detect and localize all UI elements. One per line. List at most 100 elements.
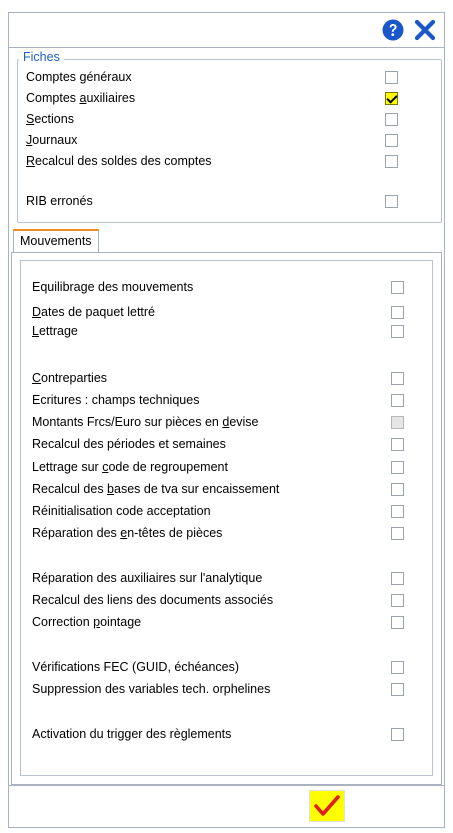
validate-button[interactable] — [309, 790, 345, 822]
fiches-item-checkbox[interactable] — [385, 71, 398, 84]
fiches-item-label-part: ournaux — [32, 133, 78, 147]
fiches-item-checkbox[interactable] — [385, 195, 398, 208]
mouvements-item-row: Contreparties — [21, 370, 432, 388]
mouvements-item-label-part: ates de paquet lettré — [41, 305, 156, 319]
fiches-item-label-part: ecalcul des soldes des comptes — [35, 154, 212, 168]
close-icon[interactable] — [414, 19, 436, 41]
fiches-item-label: Comptes auxiliaires — [26, 91, 135, 105]
mouvements-item-checkbox[interactable] — [391, 281, 404, 294]
mouvements-item-checkbox[interactable] — [391, 438, 404, 451]
mouvements-item-checkbox[interactable] — [391, 306, 404, 319]
mouvements-item-row: Réparation des auxiliaires sur l'analyti… — [21, 570, 432, 588]
mouvements-item-checkbox[interactable] — [391, 372, 404, 385]
mouvements-item-label-part: Montants Frcs/Euro sur pièces en — [32, 415, 223, 429]
mouvements-item-label: Réparation des en-têtes de pièces — [32, 526, 222, 540]
mouvements-item-row: Montants Frcs/Euro sur pièces en devise — [21, 414, 432, 432]
fiches-item-row: Journaux — [9, 132, 444, 150]
fiches-item-row: Recalcul des soldes des comptes — [9, 153, 444, 171]
mouvements-item-label: Réinitialisation code acceptation — [32, 504, 211, 518]
fiches-item-row: Comptes auxiliaires — [9, 90, 444, 108]
fiches-item-checkbox[interactable] — [385, 113, 398, 126]
tab-mouvements[interactable]: Mouvements — [13, 229, 99, 252]
mouvements-item-checkbox — [391, 416, 404, 429]
mouvements-item-label: Lettrage — [32, 324, 78, 338]
help-icon[interactable] — [382, 19, 404, 41]
fiches-item-checkbox[interactable] — [385, 134, 398, 147]
mouvements-item-label: Equilibrage des mouvements — [32, 280, 193, 294]
mouvements-item-row: Recalcul des périodes et semaines — [21, 436, 432, 454]
fiches-item-label-part: ections — [34, 112, 74, 126]
mouvements-item-checkbox[interactable] — [391, 728, 404, 741]
mouvements-item-label-part: Ecritures : champs techniques — [32, 393, 200, 407]
fiches-legend: Fiches — [19, 50, 64, 64]
mouvements-item-label-accelerator: b — [107, 482, 114, 496]
fiches-item-label: Recalcul des soldes des comptes — [26, 154, 212, 168]
mouvements-item-label-part: Réparation des — [32, 526, 121, 540]
mouvements-item-label: Vérifications FEC (GUID, échéances) — [32, 660, 239, 674]
mouvements-item-label-part: ode de regroupement — [108, 460, 228, 474]
mouvements-item-label-part: Suppression des variables tech. orphelin… — [32, 682, 271, 696]
mouvements-item-checkbox[interactable] — [391, 683, 404, 696]
mouvements-panel: Equilibrage des mouvements Dates de paque… — [11, 252, 442, 785]
mouvements-item-row: Vérifications FEC (GUID, échéances) — [21, 659, 432, 677]
fiches-item-label: Sections — [26, 112, 74, 126]
fiches-item-label: RIB erronés — [26, 194, 93, 208]
mouvements-item-row: Lettrage sur code de regroupement — [21, 459, 432, 477]
mouvements-item-checkbox[interactable] — [391, 461, 404, 474]
mouvements-item-checkbox[interactable] — [391, 616, 404, 629]
mouvements-item-label-part: ases de tva sur encaissement — [114, 482, 280, 496]
mouvements-item-checkbox[interactable] — [391, 661, 404, 674]
mouvements-item-label-part: ontreparties — [41, 371, 108, 385]
mouvements-item-label-part: Equilibrage des mouvements — [32, 280, 194, 294]
mouvements-item-label: Recalcul des liens des documents associé… — [32, 593, 273, 607]
mouvements-item-label: Suppression des variables tech. orphelin… — [32, 682, 270, 696]
mouvements-item-label: Dates de paquet lettré — [32, 305, 155, 319]
mouvements-item-checkbox[interactable] — [391, 505, 404, 518]
mouvements-item-row: Equilibrage des mouvements — [21, 279, 432, 297]
mouvements-item-label: Recalcul des bases de tva sur encaisseme… — [32, 482, 279, 496]
mouvements-item-label: Contreparties — [32, 371, 107, 385]
fiches-item-label-accelerator: R — [26, 154, 36, 168]
mouvements-item-checkbox[interactable] — [391, 483, 404, 496]
mouvements-item-label-part: Réparation des auxiliaires sur l'analyti… — [32, 571, 263, 585]
fiches-item-label: Comptes généraux — [26, 70, 132, 84]
mouvements-item-checkbox[interactable] — [391, 594, 404, 607]
dialog-frame: Fiches Comptes généraux Comptes auxiliair… — [8, 12, 445, 828]
footer-bar — [9, 785, 444, 828]
mouvements-item-checkbox[interactable] — [391, 394, 404, 407]
mouvements-item-label: Recalcul des périodes et semaines — [32, 437, 226, 451]
mouvements-inner-group: Equilibrage des mouvements Dates de paque… — [20, 260, 433, 776]
fiches-item-row: Comptes généraux — [9, 69, 444, 87]
mouvements-item-row: Réparation des en-têtes de pièces — [21, 525, 432, 543]
fiches-item-label-part: Comptes généraux — [26, 70, 132, 84]
mouvements-item-label-part: Recalcul des périodes et semaines — [32, 437, 226, 451]
mouvements-item-label-part: Activation du trigger des règlements — [32, 727, 232, 741]
mouvements-item-row: Réinitialisation code acceptation — [21, 503, 432, 521]
mouvements-item-label: Lettrage sur code de regroupement — [32, 460, 228, 474]
mouvements-item-label-part: Vérifications FEC (GUID, échéances) — [32, 660, 240, 674]
fiches-item-label: Journaux — [26, 133, 77, 147]
mouvements-item-label-part: Réinitialisation code acceptation — [32, 504, 211, 518]
fiches-item-row: Sections — [9, 111, 444, 129]
mouvements-item-row: Suppression des variables tech. orphelin… — [21, 681, 432, 699]
mouvements-item-label: Montants Frcs/Euro sur pièces en devise — [32, 415, 259, 429]
fiches-item-checkbox[interactable] — [385, 155, 398, 168]
mouvements-item-checkbox[interactable] — [391, 527, 404, 540]
fiches-item-label-part: RIB erronés — [26, 194, 93, 208]
mouvements-item-checkbox[interactable] — [391, 325, 404, 338]
mouvements-item-row: Ecritures : champs techniques — [21, 392, 432, 410]
fiches-item-checkbox[interactable] — [385, 92, 398, 105]
fiches-item-label-part: uxiliaires — [86, 91, 136, 105]
mouvements-item-label-part: ointage — [100, 615, 142, 629]
mouvements-item-label: Activation du trigger des règlements — [32, 727, 231, 741]
mouvements-item-label-part: n-têtes de pièces — [127, 526, 223, 540]
mouvements-item-label-accelerator: L — [32, 324, 39, 338]
validate-check-icon — [314, 795, 340, 816]
mouvements-item-checkbox[interactable] — [391, 572, 404, 585]
fiches-item-label-part: Comptes — [26, 91, 80, 105]
mouvements-item-row: Recalcul des liens des documents associé… — [21, 592, 432, 610]
mouvements-item-row: Lettrage — [21, 323, 432, 341]
fiches-item-row: RIB erronés — [9, 193, 444, 211]
mouvements-item-label: Réparation des auxiliaires sur l'analyti… — [32, 571, 262, 585]
mouvements-item-label-accelerator: D — [32, 305, 42, 319]
